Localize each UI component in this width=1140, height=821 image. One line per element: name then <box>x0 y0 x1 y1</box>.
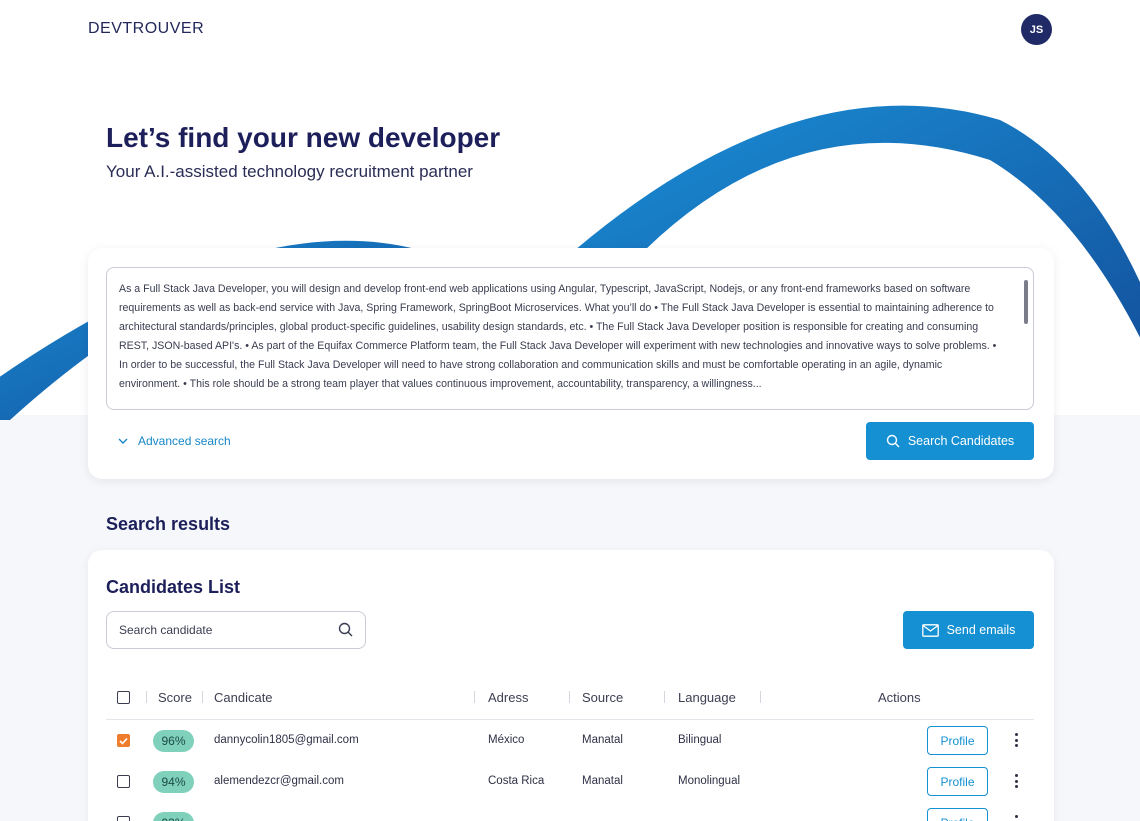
candidate-email: alemendezcr@gmail.com <box>214 775 344 787</box>
profile-button[interactable]: Profile <box>927 726 988 755</box>
row-checkbox[interactable] <box>117 816 130 821</box>
score-badge: 96% <box>153 730 194 752</box>
candidate-language: Monolingual <box>678 775 741 787</box>
search-icon <box>886 434 900 448</box>
hero-subtitle: Your A.I.-assisted technology recruitmen… <box>106 162 473 181</box>
job-description-text: As a Full Stack Java Developer, you will… <box>119 283 997 390</box>
search-card: As a Full Stack Java Developer, you will… <box>88 248 1054 479</box>
checkmark-icon <box>119 737 128 745</box>
column-divider <box>202 691 203 703</box>
candidate-address: Costa Rica <box>488 775 545 787</box>
advanced-search-toggle[interactable]: Advanced search <box>118 434 231 448</box>
search-candidates-label: Search Candidates <box>907 434 1015 448</box>
search-results-title: Search results <box>106 514 231 534</box>
mail-icon <box>921 623 939 637</box>
column-header-address[interactable]: Adress <box>488 690 528 705</box>
column-divider <box>146 691 147 703</box>
score-badge: 93% <box>153 812 194 821</box>
column-divider <box>664 691 665 703</box>
score-badge: 94% <box>153 771 194 793</box>
chevron-down-icon <box>118 438 128 444</box>
table-row[interactable]: 94% alemendezcr@gmail.com Costa Rica Man… <box>88 761 1054 802</box>
candidate-source: Manatal <box>582 734 623 746</box>
search-candidates-button[interactable]: Search Candidates <box>866 422 1034 460</box>
select-all-checkbox[interactable] <box>117 691 130 704</box>
table-row[interactable]: 93% Profile <box>88 802 1054 821</box>
row-checkbox[interactable] <box>117 775 130 788</box>
search-icon[interactable] <box>338 622 353 637</box>
column-header-candidate[interactable]: Candicate <box>214 690 273 705</box>
more-options-icon[interactable] <box>1008 730 1024 750</box>
row-checkbox[interactable] <box>117 734 130 747</box>
more-options-icon[interactable] <box>1008 812 1024 821</box>
column-header-language[interactable]: Language <box>678 690 736 705</box>
column-divider <box>569 691 570 703</box>
column-header-score[interactable]: Score <box>158 690 192 705</box>
column-header-source[interactable]: Source <box>582 690 623 705</box>
candidate-source: Manatal <box>582 775 623 787</box>
column-divider <box>474 691 475 703</box>
hero-title: Let’s find your new developer <box>106 122 501 153</box>
column-header-actions: Actions <box>878 690 921 705</box>
candidates-list-card: Candidates List Send emails Score Candic… <box>88 550 1054 821</box>
candidate-search-input[interactable] <box>106 611 366 649</box>
candidates-list-title: Candidates List <box>106 577 241 597</box>
candidate-language: Bilingual <box>678 734 722 746</box>
candidate-email: dannycolin1805@gmail.com <box>214 734 359 746</box>
job-description-textarea[interactable]: As a Full Stack Java Developer, you will… <box>106 267 1034 410</box>
send-emails-button[interactable]: Send emails <box>903 611 1034 649</box>
user-avatar[interactable]: JS <box>1021 14 1052 45</box>
table-row[interactable]: 96% dannycolin1805@gmail.com México Mana… <box>88 720 1054 761</box>
more-options-icon[interactable] <box>1008 771 1024 791</box>
profile-button[interactable]: Profile <box>927 808 988 821</box>
textarea-scrollbar[interactable] <box>1024 280 1028 324</box>
advanced-search-label: Advanced search <box>138 434 231 448</box>
column-divider <box>760 691 761 703</box>
app-logo[interactable]: DEVTROUVER <box>88 20 204 38</box>
candidate-address: México <box>488 734 525 746</box>
profile-button[interactable]: Profile <box>927 767 988 796</box>
send-emails-label: Send emails <box>946 623 1016 637</box>
